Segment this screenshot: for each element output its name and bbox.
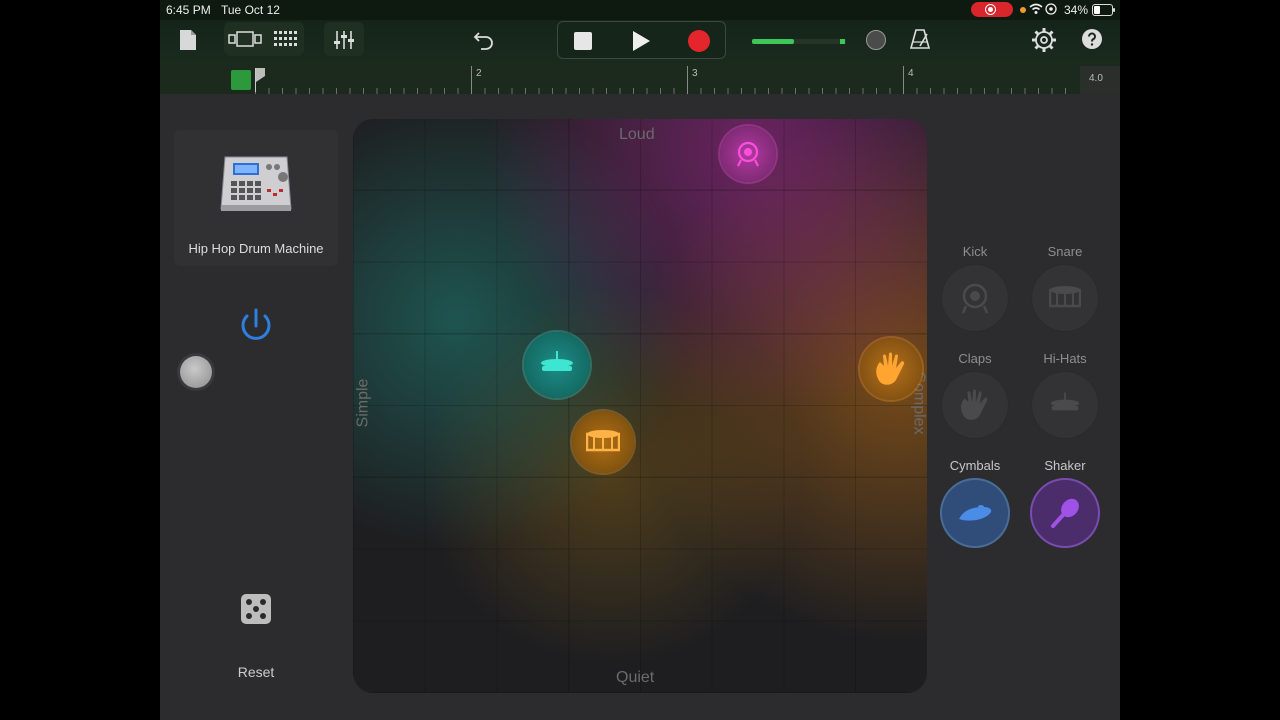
pad-label-quiet: Quiet xyxy=(616,669,655,686)
hihats-button[interactable] xyxy=(1032,372,1098,438)
hihats-label: Hi-Hats xyxy=(1043,351,1087,366)
kick-button[interactable] xyxy=(942,265,1008,331)
bar-line xyxy=(687,66,688,94)
mixer-icon xyxy=(334,30,354,55)
section-length[interactable]: 4.0 xyxy=(1089,73,1103,84)
document-icon[interactable] xyxy=(179,29,197,56)
battery-percent: 34% xyxy=(1064,3,1089,17)
mic-indicator-icon xyxy=(1020,7,1026,13)
bar-line xyxy=(903,66,904,94)
screen-recording-icon[interactable] xyxy=(971,2,1013,17)
cymbals-label: Cymbals xyxy=(949,458,1001,473)
garageband-screen: 6:45 PM Tue Oct 12 34% 2 3 4 4.0 Hip Hop… xyxy=(160,0,1120,720)
timeline-ruler[interactable]: 1 2 3 4 4.0 xyxy=(160,66,1120,94)
bar-line xyxy=(471,66,472,94)
pad-label-loud: Loud xyxy=(619,126,655,143)
help-icon[interactable] xyxy=(1082,29,1102,54)
record-button[interactable] xyxy=(688,30,710,52)
pad-grid xyxy=(353,119,927,693)
claps-label: Claps xyxy=(958,351,992,366)
bar-number: 4 xyxy=(908,68,914,79)
shaker-button[interactable] xyxy=(1032,480,1098,546)
bar-number: 2 xyxy=(476,68,482,79)
volume-level xyxy=(752,39,794,44)
snare-button[interactable] xyxy=(1032,265,1098,331)
bar-number: 3 xyxy=(692,68,698,79)
wifi-icon xyxy=(1029,2,1059,19)
drummer-xy-pad[interactable]: Loud Quiet Simple Complex xyxy=(353,119,927,693)
battery-icon xyxy=(1092,4,1115,16)
status-date: Tue Oct 12 xyxy=(221,3,280,17)
playhead[interactable] xyxy=(255,68,265,92)
snare-label: Snare xyxy=(1047,244,1083,259)
settings-gear-icon[interactable] xyxy=(1032,28,1056,57)
reset-button[interactable]: Reset xyxy=(224,664,288,680)
kick-puck[interactable] xyxy=(720,126,776,182)
cymbals-button[interactable] xyxy=(942,480,1008,546)
claps-button[interactable] xyxy=(942,372,1008,438)
power-button[interactable] xyxy=(236,306,276,346)
metronome-icon[interactable] xyxy=(909,28,931,55)
mixer-button[interactable] xyxy=(324,22,364,56)
tracks-view-icon[interactable] xyxy=(228,31,262,52)
instrument-card[interactable]: Hip Hop Drum Machine xyxy=(174,130,338,266)
play-button[interactable] xyxy=(633,31,650,51)
status-time: 6:45 PM xyxy=(166,3,211,17)
transport-controls xyxy=(557,21,726,59)
scroll-knob[interactable] xyxy=(180,356,212,388)
grid-view-icon[interactable] xyxy=(274,31,298,52)
drum-machine-icon xyxy=(219,155,293,213)
kick-label: Kick xyxy=(962,244,988,259)
master-volume-knob[interactable] xyxy=(866,30,886,50)
shaker-label: Shaker xyxy=(1044,458,1086,473)
ruler-ticks xyxy=(255,88,1075,94)
undo-icon[interactable] xyxy=(473,30,495,55)
view-toggle-group xyxy=(224,22,304,56)
status-bar: 6:45 PM Tue Oct 12 34% xyxy=(160,0,1120,20)
toolbar xyxy=(160,20,1120,66)
claps-puck[interactable] xyxy=(860,338,922,400)
dice-icon[interactable] xyxy=(241,594,271,624)
pad-label-simple: Simple xyxy=(354,378,372,428)
instrument-name: Hip Hop Drum Machine xyxy=(188,241,324,256)
stop-button[interactable] xyxy=(574,32,592,50)
snare-puck[interactable] xyxy=(572,411,634,473)
hihat-puck[interactable] xyxy=(524,332,590,398)
volume-peak xyxy=(840,39,845,44)
track-region[interactable] xyxy=(231,70,251,90)
master-volume-slider[interactable] xyxy=(752,39,846,44)
